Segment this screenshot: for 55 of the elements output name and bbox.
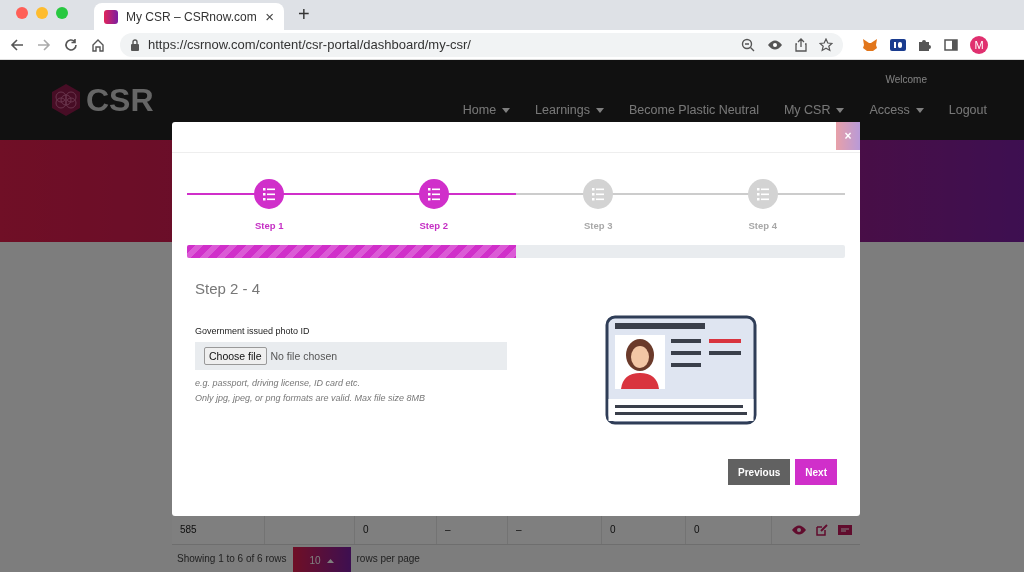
logo-text: CSR [86, 81, 154, 119]
view-icon[interactable] [792, 524, 806, 535]
pagination-text: Showing 1 to 6 of 6 rows [177, 553, 287, 564]
welcome-text: Welcome [885, 74, 927, 85]
step-label: Step 3 [584, 220, 613, 231]
address-field[interactable]: https://csrnow.com/content/csr-portal/dashboard/my-csr/ [120, 32, 843, 57]
hint-text: Only jpg, jpeg, or png formats are valid. Max file size 8MB [195, 392, 427, 405]
caret-icon [596, 107, 604, 113]
step-label: Step 4 [748, 220, 777, 231]
file-input[interactable]: Choose file No file chosen [195, 342, 507, 370]
step-icon[interactable] [418, 179, 449, 209]
nav-link[interactable]: Home [462, 103, 511, 117]
star-icon[interactable] [819, 37, 833, 52]
id-extension-icon[interactable] [890, 38, 906, 51]
tab-close-button[interactable]: × [265, 8, 274, 25]
reload-icon[interactable] [64, 37, 78, 52]
new-tab-button[interactable]: + [298, 3, 310, 26]
back-icon[interactable] [10, 37, 24, 52]
nav-link[interactable]: My CSR [783, 103, 845, 117]
field-label: Government issued photo ID [195, 326, 311, 336]
browser-tab[interactable]: My CSR – CSRnow.com × [94, 3, 284, 30]
previous-button[interactable]: Previous [728, 459, 791, 485]
nav-link[interactable]: Become Plastic Neutral [629, 103, 759, 117]
nav-link[interactable]: Access [869, 103, 924, 117]
pagination-text: rows per page [356, 553, 420, 564]
favicon-icon [104, 9, 118, 24]
hint-text: e.g. passport, driving license, ID card etc. [195, 377, 362, 390]
step-label: Step 2 [419, 220, 448, 231]
step-heading: Step 2 - 4 [195, 280, 262, 297]
close-button[interactable]: × [836, 122, 860, 150]
logo-icon [50, 83, 82, 117]
caret-icon [326, 558, 334, 563]
nav-link[interactable]: Learnings [535, 103, 604, 117]
tab-title: My CSR – CSRnow.com [126, 9, 258, 24]
caret-icon [836, 107, 845, 113]
edit-icon[interactable] [816, 523, 828, 536]
sidebar-icon[interactable] [944, 37, 958, 52]
zoom-out-icon[interactable] [741, 37, 755, 52]
next-button[interactable]: Next [795, 459, 837, 485]
profile-avatar[interactable]: M [970, 35, 988, 54]
step-icon[interactable] [254, 179, 285, 209]
lock-icon [130, 38, 140, 51]
home-icon[interactable] [91, 37, 105, 52]
puzzle-icon[interactable] [918, 37, 932, 52]
page-size-dropdown[interactable]: 10 [292, 547, 351, 572]
forward-icon[interactable] [37, 37, 51, 52]
step-label: Step 1 [255, 220, 284, 231]
caret-icon [502, 107, 511, 113]
caret-icon [915, 107, 924, 113]
message-icon[interactable] [838, 524, 852, 535]
eye-icon[interactable] [767, 38, 783, 51]
close-window-icon[interactable] [16, 7, 28, 19]
share-icon[interactable] [795, 37, 807, 52]
fox-icon[interactable] [862, 37, 878, 52]
nav-link[interactable]: Logout [948, 103, 987, 117]
